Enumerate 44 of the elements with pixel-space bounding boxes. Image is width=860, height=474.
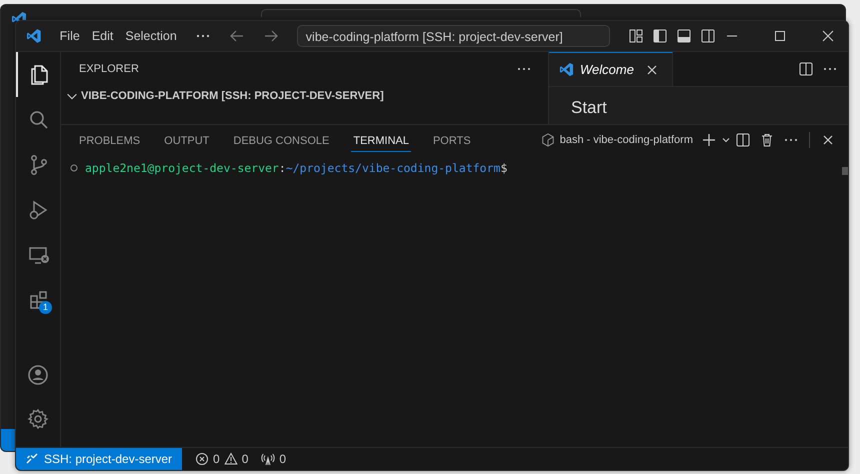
scrollbar-thumb[interactable] — [842, 167, 848, 175]
antenna-icon[interactable] — [261, 452, 276, 466]
settings-icon[interactable] — [26, 407, 50, 431]
split-terminal-icon[interactable] — [735, 132, 751, 148]
command-center-field[interactable]: vibe-coding-platform [SSH: project-dev-server] — [296, 25, 610, 47]
split-editor-icon[interactable] — [798, 61, 814, 77]
panel-tab[interactable]: OUTPUT — [162, 128, 212, 152]
menu-item[interactable]: Edit — [86, 27, 120, 45]
command-status-icon — [69, 163, 79, 173]
folder-header[interactable]: VIBE-CODING-PLATFORM [SSH: PROJECT-DEV-SERVER] — [81, 90, 384, 102]
menu-item[interactable]: File — [54, 27, 86, 45]
account-icon[interactable] — [26, 363, 50, 387]
remote-indicator[interactable]: SSH: project-dev-server — [16, 448, 182, 470]
error-count[interactable]: 0 — [213, 452, 220, 466]
layout-icon[interactable] — [628, 28, 644, 44]
panel-tab[interactable]: TERMINAL — [351, 128, 411, 152]
sidebar-toggle-icon[interactable] — [652, 28, 668, 44]
menu-item[interactable]: Selection — [119, 27, 183, 45]
terminal-cube-icon — [540, 133, 555, 147]
panel-tab[interactable]: DEBUG CONSOLE — [231, 128, 332, 152]
sidebar-title: EXPLORER — [79, 63, 140, 75]
terminal-name[interactable]: bash - vibe-coding-platform — [560, 134, 693, 146]
panel-toggle-icon[interactable] — [676, 28, 692, 44]
back-arrow-icon[interactable] — [228, 28, 245, 44]
panel-tab[interactable]: PORTS — [430, 128, 473, 152]
maximize-icon[interactable] — [772, 28, 788, 44]
editor-tab[interactable]: Welcome — [549, 52, 673, 86]
secondary-sidebar-icon[interactable] — [700, 28, 716, 44]
forward-arrow-icon[interactable] — [262, 28, 279, 44]
notification-badge: 1 — [39, 301, 52, 314]
new-terminal-icon[interactable] — [701, 132, 717, 148]
error-icon[interactable] — [195, 452, 210, 466]
trash-icon[interactable] — [759, 132, 775, 148]
terminal-prompt: apple2ne1@project-dev-server:~/projects/vibe-coding-platform$ — [85, 161, 508, 175]
ports-count[interactable]: 0 — [279, 452, 286, 466]
activity-bar-item[interactable]: 1 — [16, 277, 60, 322]
vscode-logo-icon — [559, 62, 574, 77]
welcome-heading: Start — [570, 97, 608, 119]
warning-count[interactable]: 0 — [242, 452, 248, 466]
dropdown-icon[interactable] — [721, 135, 731, 145]
warning-icon[interactable] — [224, 452, 238, 466]
panel-tab[interactable]: PROBLEMS — [77, 128, 142, 152]
close-icon[interactable] — [820, 28, 836, 44]
vscode-logo-icon — [26, 28, 42, 44]
